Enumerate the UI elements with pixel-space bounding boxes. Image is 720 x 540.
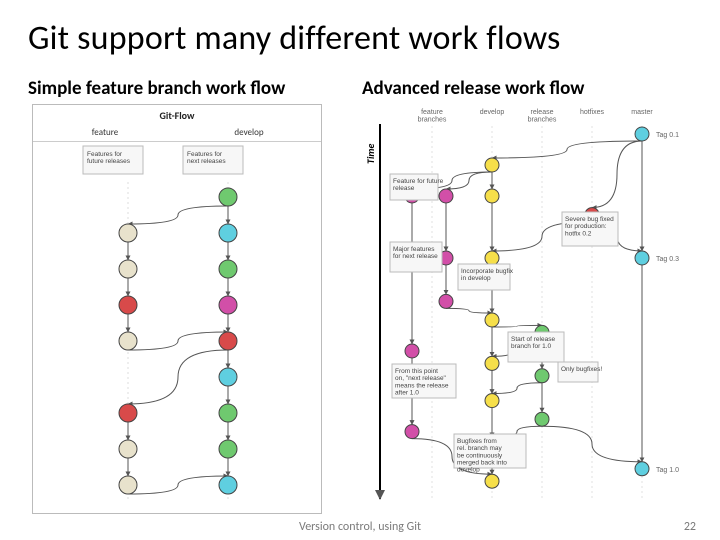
svg-text:Major featuresfor next release: Major featuresfor next release	[393, 246, 438, 260]
svg-text:develop: develop	[480, 109, 505, 116]
right-heading: Advanced release work flow	[362, 77, 692, 100]
left-heading: Simple feature branch work flow	[28, 77, 348, 100]
svg-text:featurebranches: featurebranches	[418, 109, 447, 124]
columns: Simple feature branch work flow Git-Flow…	[28, 77, 692, 514]
left-lane-header: feature develop	[33, 124, 321, 142]
slide: Git support many different work flows Si…	[0, 0, 720, 540]
lane-label: develop	[177, 124, 321, 141]
right-diagram: Time featurebranches develop releasebranche…	[362, 104, 692, 509]
footer-page-number: 22	[684, 520, 696, 534]
lane-label: feature	[33, 124, 177, 141]
svg-text:Features fornext releases: Features fornext releases	[187, 151, 226, 165]
left-panel: Git-Flow feature develop Features forfut…	[32, 104, 322, 514]
left-column: Simple feature branch work flow Git-Flow…	[28, 77, 348, 514]
right-column: Advanced release work flow Time featurebr…	[362, 77, 692, 514]
svg-text:Tag 0.1: Tag 0.1	[656, 132, 679, 139]
right-panel: Time featurebranches develop releasebranche…	[362, 104, 692, 514]
svg-text:Tag 1.0: Tag 1.0	[656, 467, 679, 474]
footer-caption: Version control, using Git	[299, 520, 421, 534]
svg-text:Tag 0.3: Tag 0.3	[656, 256, 679, 263]
left-diagram: Features forfuture releasesFeatures forn…	[33, 142, 321, 512]
left-panel-title: Git-Flow	[33, 105, 321, 124]
svg-text:releasebranches: releasebranches	[528, 109, 557, 124]
slide-title: Git support many different work flows	[28, 18, 692, 59]
svg-text:Only bugfixes!: Only bugfixes!	[561, 366, 602, 373]
svg-text:hotfixes: hotfixes	[580, 109, 605, 116]
svg-text:Start of releasebranch for 1.0: Start of releasebranch for 1.0	[511, 336, 555, 350]
svg-text:Time: Time	[364, 144, 377, 164]
svg-text:master: master	[631, 109, 653, 116]
